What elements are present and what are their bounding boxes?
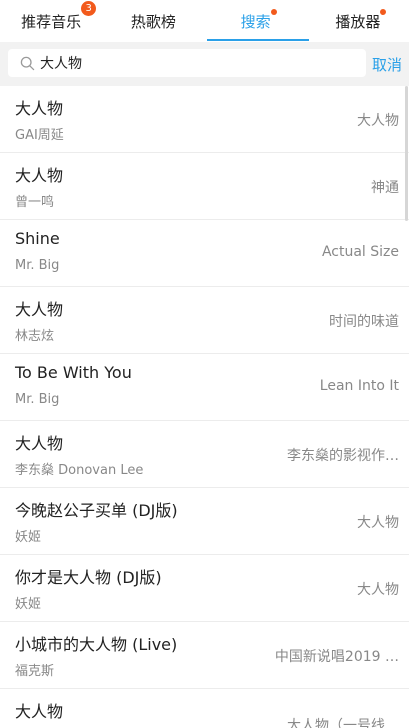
song-title: To Be With You (15, 363, 132, 382)
song-row[interactable]: 大人物林志炫 时间的味道 (0, 287, 409, 354)
tab-label: 热歌榜 (130, 12, 176, 31)
song-row[interactable]: 今晚赵公子买单 (DJ版) 妖姬 大人物 (0, 488, 409, 555)
song-artist: 曾一鸣 (15, 195, 55, 210)
tab-label: 推荐音乐 (21, 12, 82, 31)
song-album: Actual Size (321, 244, 399, 260)
song-title: 你才是大人物 (DJ版) (15, 568, 162, 587)
song-artist: 李东燊 Donovan Lee (15, 463, 144, 478)
song-row[interactable]: 大人物 GAI周延 大人物 (0, 86, 409, 153)
tab-label: 播放器 (335, 12, 381, 31)
song-album: 神通 (371, 180, 399, 196)
notification-badge: 3 (81, 0, 97, 16)
cancel-button[interactable]: 取消 (372, 54, 402, 75)
song-row[interactable]: 小城市的大人物 (Live) 福克斯 中国新说唱2019 … (0, 622, 409, 689)
tab-bar: 推荐音乐 3 热歌榜 搜索 播放器 (0, 0, 409, 42)
song-album: 李东燊的影视作… (287, 448, 399, 464)
tab-recommended-music[interactable]: 推荐音乐 3 (0, 0, 102, 42)
song-album: 大人物 (357, 113, 399, 129)
song-title: 小城市的大人物 (Live) (15, 635, 178, 654)
song-album: Lean Into It (319, 378, 399, 394)
song-artist: 妖姬 (15, 530, 42, 545)
song-row[interactable]: To Be With You Mr. Big Lean Into It (0, 354, 409, 421)
tab-label: 搜索 (240, 12, 271, 31)
search-bar: 取消 (0, 42, 409, 86)
tab-hot-songs[interactable]: 热歌榜 (102, 0, 204, 42)
tab-player[interactable]: 播放器 (307, 0, 409, 42)
song-row[interactable]: Shine Mr. Big Actual Size (0, 220, 409, 287)
song-row[interactable]: 大人物大人物（一号线… (0, 689, 409, 728)
song-title: 大人物 (15, 166, 64, 185)
search-icon (14, 49, 40, 77)
song-artist: GAI周延 (15, 128, 64, 143)
song-album: 时间的味道 (329, 314, 399, 330)
song-artist: 福克斯 (15, 664, 55, 679)
song-row[interactable]: 大人物李东燊 Donovan Lee 李东燊的影视作… (0, 421, 409, 488)
song-title: 今晚赵公子买单 (DJ版) (15, 501, 178, 520)
active-tab-indicator (207, 39, 309, 41)
song-album: 大人物（一号线… (287, 718, 399, 728)
song-artist: 妖姬 (15, 597, 42, 612)
notification-dot (380, 8, 387, 15)
song-row[interactable]: 大人物曾一鸣 神通 (0, 153, 409, 220)
song-artist: Mr. Big (15, 392, 60, 407)
song-title: 大人物 (15, 99, 64, 118)
song-album: 大人物 (357, 582, 399, 598)
notification-dot (270, 8, 277, 15)
song-title: 大人物 (15, 702, 64, 721)
song-title: Shine (15, 229, 60, 248)
search-box[interactable] (8, 49, 366, 77)
song-album: 大人物 (357, 515, 399, 531)
song-artist: 林志炫 (15, 329, 55, 344)
song-album: 中国新说唱2019 … (274, 649, 399, 665)
search-results-list[interactable]: 大人物 GAI周延 大人物 大人物 曾一鸣 神通 Shine Mr. Big Actual Si… (0, 86, 409, 728)
song-title: 大人物 (15, 434, 64, 453)
search-input[interactable] (40, 50, 360, 76)
tab-search[interactable]: 搜索 (205, 0, 307, 42)
song-artist: Mr. Big (15, 258, 60, 273)
song-title: 大人物 (15, 300, 64, 319)
scrollbar[interactable] (405, 86, 408, 221)
song-row[interactable]: 你才是大人物 (DJ版) 妖姬 大人物 (0, 555, 409, 622)
